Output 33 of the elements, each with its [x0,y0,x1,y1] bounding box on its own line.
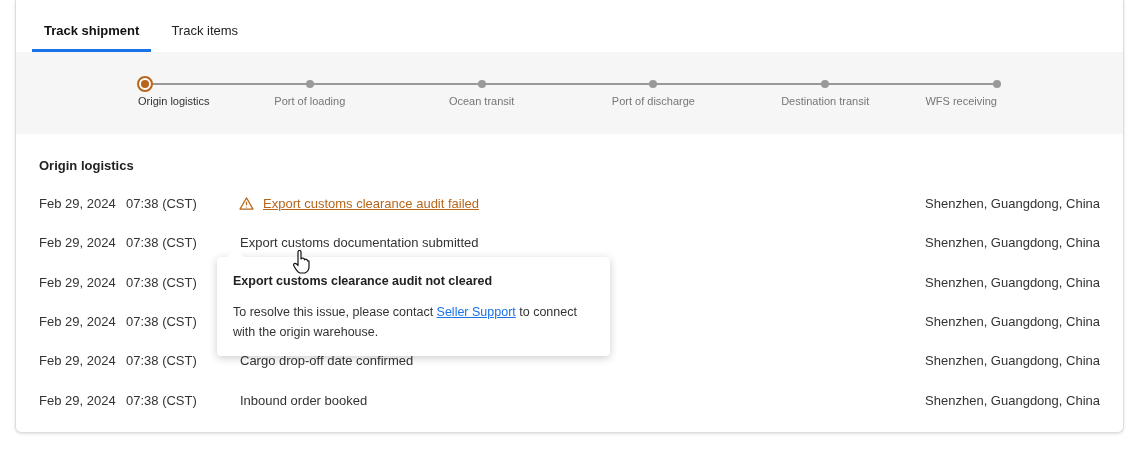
step-label: Ocean transit [448,95,515,107]
event-date: Feb 29, 2024 [39,196,117,212]
event-date: Feb 29, 2024 [39,235,117,251]
event-activity: Inbound order booked [240,392,368,408]
event-time: 07:38 (CST) [126,314,198,330]
warning-icon [239,197,254,211]
event-location: Shenzhen, Guangdong, China [925,274,1100,290]
step-label: Destination transit [781,95,870,107]
event-date: Feb 29, 2024 [39,274,117,290]
tooltip-text: To resolve this issue, please contact Seller Support to connect with the origin warehouse. [233,304,578,341]
event-location: Shenzhen, Guangdong, China [925,314,1100,330]
event-link[interactable]: Export customs clearance audit failed [263,196,480,212]
step-label: Port of loading [274,95,346,107]
tab[interactable]: Track items [159,16,251,52]
event-date: Feb 29, 2024 [39,353,117,369]
event-date: Feb 29, 2024 [39,314,117,330]
event-time: 07:38 (CST) [126,235,198,251]
tooltip-title: Export customs clearance audit not cleared [233,274,494,288]
step-label: WFS receiving [925,95,997,107]
event-activity: Export customs documentation submitted [240,235,479,251]
seller-support-link[interactable]: Seller Support [436,305,516,319]
step-label: Port of discharge [611,95,695,107]
event-activity: Cargo drop-off date confirmed [240,353,414,369]
event-location: Shenzhen, Guangdong, China [925,353,1100,369]
event-location: Shenzhen, Guangdong, China [925,196,1100,212]
step-label: Origin logistics [138,95,210,107]
event-time: 07:38 (CST) [126,392,198,408]
event-location: Shenzhen, Guangdong, China [925,392,1100,408]
event-time: 07:38 (CST) [126,353,198,369]
section-title: Origin logistics [39,158,135,175]
event-location: Shenzhen, Guangdong, China [925,235,1100,251]
event-time: 07:38 (CST) [126,196,198,212]
event-date: Feb 29, 2024 [39,392,117,408]
